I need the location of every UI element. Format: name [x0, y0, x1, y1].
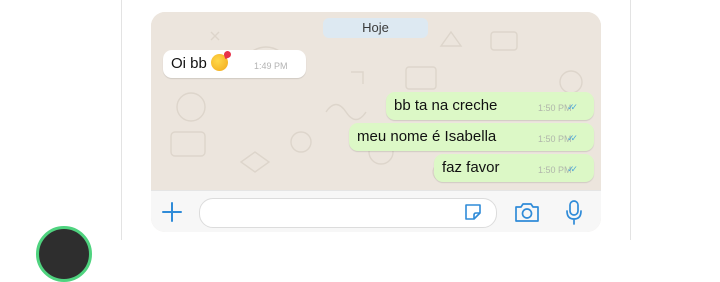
- mic-icon[interactable]: [565, 199, 583, 225]
- message-composer: [151, 190, 601, 232]
- camera-icon[interactable]: [514, 201, 540, 223]
- plus-icon[interactable]: [161, 201, 183, 223]
- message-time: 1:49 PM: [254, 61, 288, 71]
- message-text: faz favor: [442, 159, 500, 176]
- message-input[interactable]: [199, 198, 497, 228]
- read-receipt-icon: ✓✓: [567, 133, 578, 143]
- message-text: Oi bb: [171, 55, 207, 72]
- message-incoming[interactable]: Oi bb 1:49 PM: [163, 50, 306, 78]
- read-receipt-icon: ✓✓: [567, 164, 578, 174]
- sticker-icon[interactable]: [463, 202, 483, 222]
- message-outgoing[interactable]: faz favor 1:50 PM ✓✓: [434, 154, 594, 182]
- message-text: bb ta na creche: [394, 97, 498, 114]
- date-separator: Hoje: [323, 18, 428, 38]
- chat-wallpaper: Hoje Oi bb 1:49 PM bb ta na creche 1:50 …: [151, 12, 601, 190]
- smiling-face-with-hearts-icon: [210, 54, 228, 71]
- message-outgoing[interactable]: bb ta na creche 1:50 PM ✓✓: [386, 92, 594, 120]
- message-outgoing[interactable]: meu nome é Isabella 1:50 PM ✓✓: [349, 123, 594, 151]
- chat-screenshot: Hoje Oi bb 1:49 PM bb ta na creche 1:50 …: [151, 12, 601, 232]
- avatar[interactable]: [36, 226, 92, 282]
- message-text: meu nome é Isabella: [357, 128, 497, 145]
- read-receipt-icon: ✓✓: [567, 102, 578, 112]
